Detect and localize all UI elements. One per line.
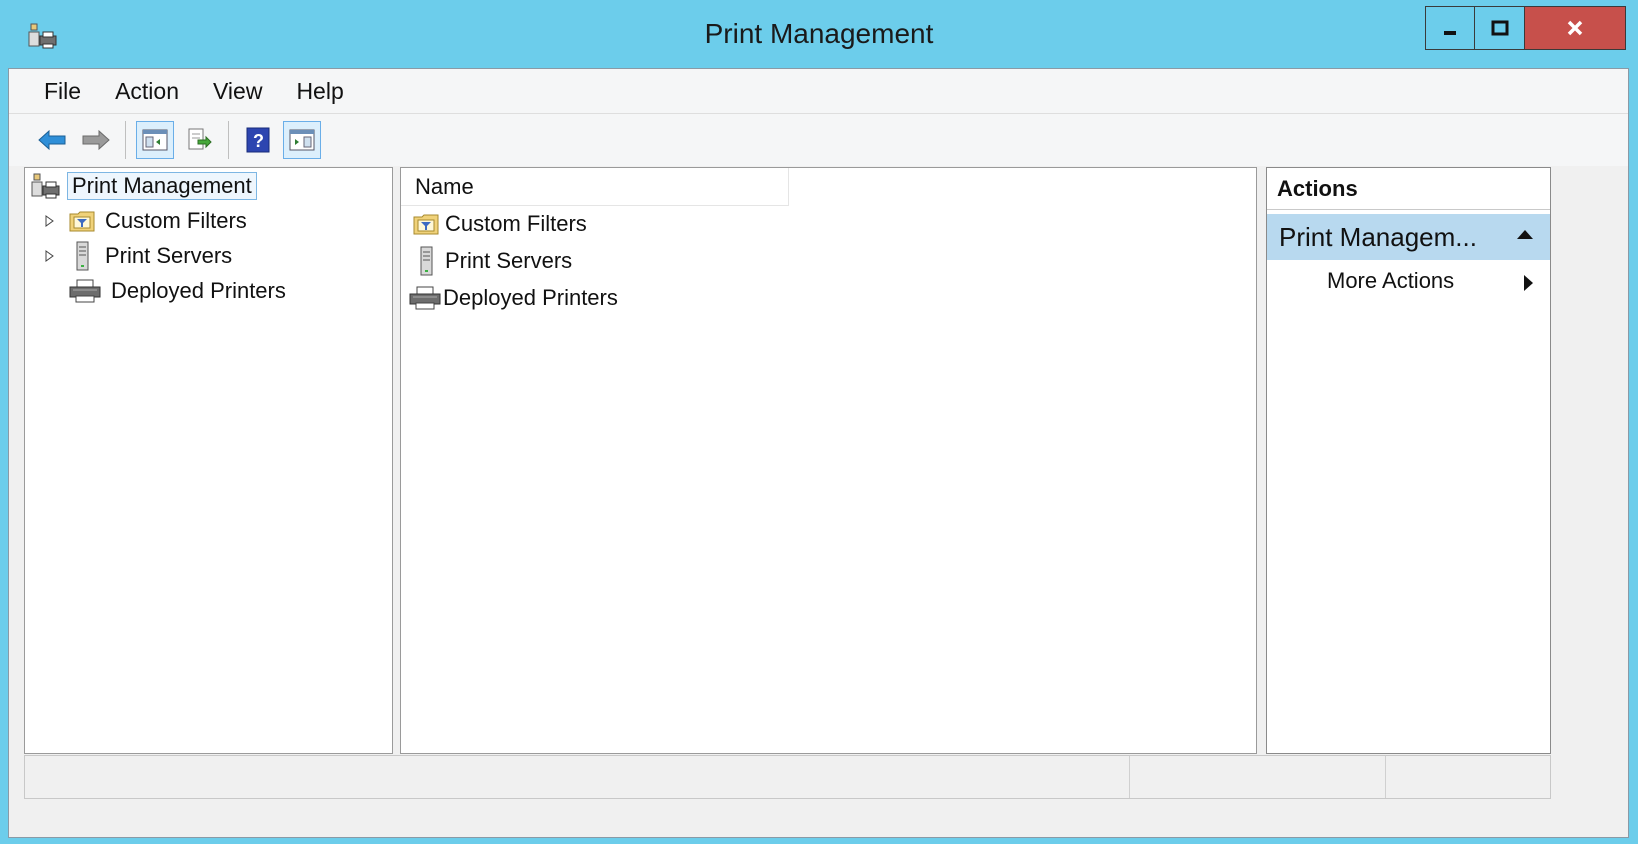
- forward-arrow-icon: [82, 129, 110, 151]
- maximize-icon: [1491, 20, 1508, 36]
- collapse-up-icon[interactable]: [1516, 228, 1534, 240]
- client-area: File Action View Help ? Print Management…: [8, 68, 1629, 838]
- export-list-icon: [188, 128, 212, 150]
- tree-item-custom-filters[interactable]: Custom Filters: [43, 205, 251, 237]
- tree-item-label: Print Servers: [105, 243, 233, 268]
- menu-action[interactable]: Action: [99, 78, 195, 105]
- status-segment: [1385, 756, 1386, 798]
- forward-button[interactable]: [77, 121, 115, 159]
- more-actions-link[interactable]: More Actions: [1327, 268, 1454, 294]
- actions-pane: Actions Print Managem... More Actions: [1266, 167, 1551, 754]
- actions-section-label: Print Managem...: [1279, 221, 1477, 252]
- toolbar: ?: [9, 114, 1628, 166]
- tree-item-print-servers[interactable]: Print Servers: [43, 240, 236, 272]
- help-icon: ?: [246, 127, 270, 153]
- window-controls: [1425, 6, 1626, 52]
- show-hide-action-pane-button[interactable]: [283, 121, 321, 159]
- tree-item-deployed-printers[interactable]: Deployed Printers: [69, 275, 290, 307]
- console-tree-icon: [142, 129, 168, 151]
- column-header-name[interactable]: Name: [401, 168, 789, 206]
- close-icon: [1567, 20, 1583, 36]
- minimize-button[interactable]: [1425, 6, 1475, 50]
- toolbar-separator: [125, 121, 126, 159]
- expand-icon[interactable]: [43, 215, 57, 227]
- console-tree-pane[interactable]: Print Management Custom Filters Print Se…: [24, 167, 393, 754]
- tree-item-label: Print Management: [67, 172, 257, 200]
- list-item-print-servers[interactable]: Print Servers: [413, 245, 572, 277]
- submenu-arrow-icon[interactable]: [1522, 274, 1534, 292]
- toolbar-separator: [228, 121, 229, 159]
- status-bar: [24, 755, 1551, 799]
- list-item-label: Deployed Printers: [443, 285, 618, 310]
- export-list-button[interactable]: [180, 121, 218, 159]
- show-hide-console-tree-button[interactable]: [136, 121, 174, 159]
- actions-section-print-management[interactable]: Print Managem...: [1267, 214, 1550, 260]
- server-icon: [420, 246, 433, 276]
- help-button[interactable]: ?: [239, 121, 277, 159]
- menu-file[interactable]: File: [11, 78, 97, 105]
- minimize-icon: [1444, 31, 1456, 35]
- tree-item-print-management[interactable]: Print Management: [31, 170, 257, 202]
- list-item-label: Custom Filters: [445, 211, 587, 236]
- status-segment: [1129, 756, 1130, 798]
- maximize-button[interactable]: [1475, 6, 1525, 50]
- back-arrow-icon: [38, 129, 66, 151]
- action-pane-icon: [289, 129, 315, 151]
- actions-title: Actions: [1267, 168, 1550, 210]
- expand-icon[interactable]: [43, 250, 57, 262]
- printer-icon: [69, 279, 101, 303]
- printer-icon: [409, 286, 441, 310]
- print-management-window: Print Management File Action View Help ?…: [0, 0, 1638, 844]
- svg-text:?: ?: [253, 131, 264, 151]
- filter-folder-icon: [69, 211, 95, 232]
- list-item-label: Print Servers: [445, 248, 573, 273]
- window-title: Print Management: [704, 18, 934, 49]
- filter-folder-icon: [413, 214, 439, 235]
- list-item-deployed-printers[interactable]: Deployed Printers: [409, 282, 618, 314]
- back-button[interactable]: [33, 121, 71, 159]
- list-item-custom-filters[interactable]: Custom Filters: [413, 208, 587, 240]
- menu-bar: File Action View Help: [9, 69, 1628, 114]
- results-pane[interactable]: Name Custom Filters Print Servers Deploy…: [400, 167, 1257, 754]
- title-bar[interactable]: Print Management: [0, 0, 1638, 68]
- tree-item-label: Custom Filters: [105, 208, 247, 233]
- menu-help[interactable]: Help: [280, 78, 359, 105]
- tree-item-label: Deployed Printers: [111, 278, 286, 303]
- print-management-icon: [31, 173, 60, 199]
- close-button[interactable]: [1525, 6, 1626, 50]
- menu-view[interactable]: View: [197, 78, 278, 105]
- server-icon: [76, 241, 89, 271]
